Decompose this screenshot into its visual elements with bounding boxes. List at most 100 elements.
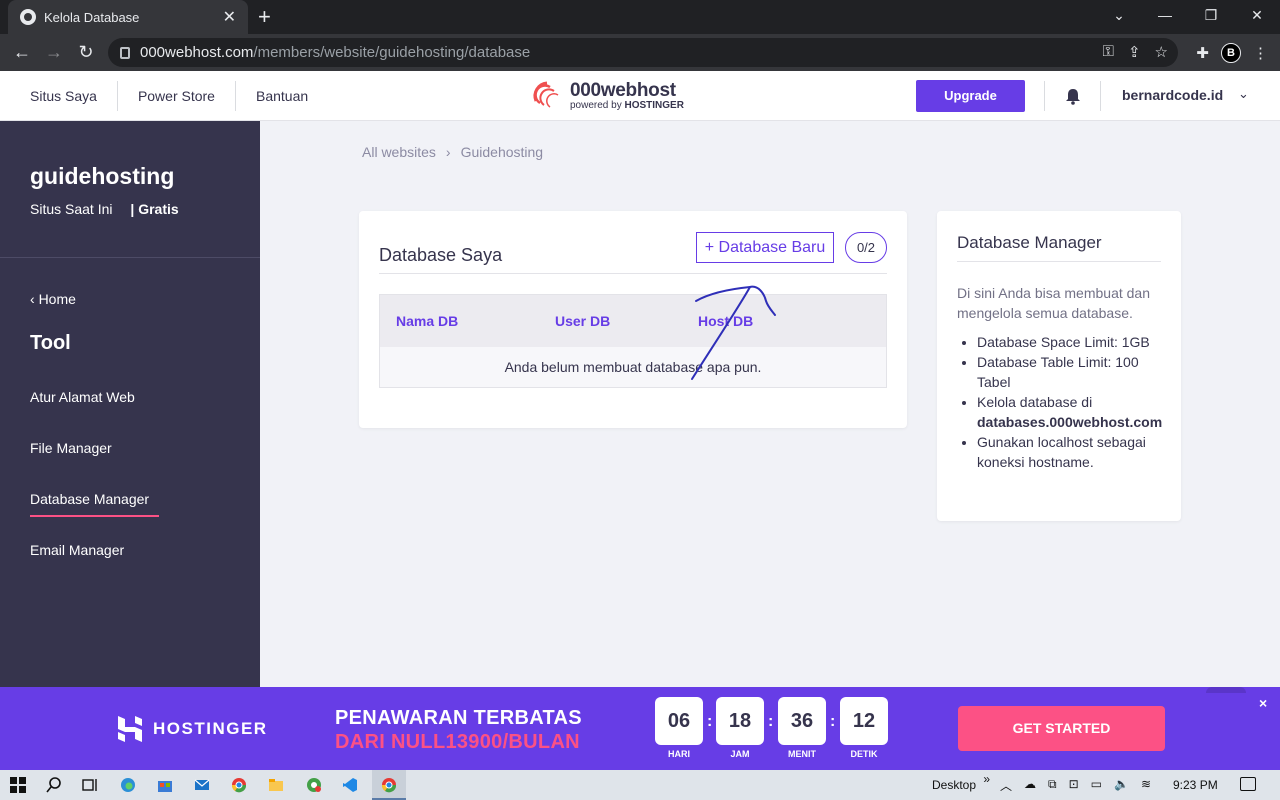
search-icon[interactable] — [46, 777, 62, 793]
nav-situs-saya[interactable]: Situs Saya — [30, 81, 118, 111]
top-nav: Situs Saya Power Store Bantuan — [30, 71, 348, 121]
vscode-icon[interactable] — [342, 777, 358, 793]
tab-search-icon[interactable]: ⌄ — [1096, 0, 1142, 34]
card-divider — [379, 273, 887, 274]
screen-share-icon[interactable]: ⊡ — [1069, 777, 1079, 794]
upgrade-button[interactable]: Upgrade — [916, 80, 1025, 112]
chat-widget-icon[interactable] — [1206, 687, 1246, 693]
countdown-value: 18 — [716, 697, 764, 745]
sidebar: guidehosting Situs Saat Ini | Gratis ‹ H… — [0, 121, 260, 687]
meet-now-icon[interactable]: ⧉ — [1048, 777, 1057, 794]
battery-icon[interactable]: ▭ — [1091, 777, 1102, 794]
new-tab-icon[interactable]: + — [258, 4, 271, 30]
site-status-line: Situs Saat Ini | Gratis — [30, 201, 179, 217]
site-name: guidehosting — [30, 163, 175, 189]
file-explorer-icon[interactable] — [268, 777, 284, 793]
logo-main-text: 000webhost — [570, 80, 676, 101]
taskbar-clock[interactable]: 9:23 PM — [1173, 778, 1218, 792]
info-list: Database Space Limit: 1GB Database Table… — [977, 332, 1173, 472]
countdown-colon: : — [707, 713, 713, 730]
lock-icon — [120, 46, 130, 59]
countdown-days: 06 HARI — [655, 697, 703, 759]
sidebar-item-email-manager[interactable]: Email Manager — [30, 542, 124, 558]
address-bar[interactable]: 000webhost.com/members/website/guidehost… — [108, 38, 1178, 67]
info-space-limit: Database Space Limit: 1GB — [977, 332, 1173, 352]
minimize-icon[interactable]: — — [1142, 0, 1188, 34]
wifi-icon[interactable]: ≋ — [1141, 777, 1151, 794]
info-manage: Kelola database di databases.000webhost.… — [977, 392, 1173, 432]
info-card: Database Manager Di sini Anda bisa membu… — [937, 211, 1181, 521]
sidebar-item-file-manager[interactable]: File Manager — [30, 440, 112, 456]
table-header: Nama DB User DB Host DB — [380, 295, 886, 347]
breadcrumb-current: Guidehosting — [460, 144, 544, 160]
countdown-value: 36 — [778, 697, 826, 745]
onedrive-cloud-icon[interactable]: ☁ — [1024, 777, 1036, 794]
share-icon[interactable]: ⇪ — [1128, 43, 1141, 61]
home-link[interactable]: ‹ Home — [30, 291, 76, 307]
close-tab-icon[interactable]: ✕ — [223, 7, 236, 27]
task-view-icon[interactable] — [82, 777, 98, 793]
column-nama-db: Nama DB — [396, 313, 459, 329]
browser-tab[interactable]: Kelola Database ✕ — [8, 0, 248, 34]
promo-subline: DARI NULL13900/BULAN — [335, 731, 580, 753]
home-label: Home — [38, 291, 76, 307]
sidebar-divider — [0, 257, 260, 258]
site-favicon-icon — [20, 9, 36, 25]
windows-start-icon[interactable] — [10, 777, 26, 793]
tray-chevron-up-icon[interactable]: ︿ — [1000, 777, 1012, 794]
sidebar-item-database-manager[interactable]: Database Manager — [30, 491, 160, 517]
new-database-button[interactable]: + Database Baru — [696, 232, 834, 263]
info-description: Di sini Anda bisa membuat dan mengelola … — [957, 285, 1150, 321]
extensions-icon[interactable]: ✚ — [1196, 44, 1209, 62]
chrome-active-icon[interactable] — [381, 777, 397, 793]
key-icon[interactable]: ⚿ — [1103, 43, 1114, 61]
window-controls: ⌄ — ❐ ✕ — [1096, 0, 1280, 34]
menu-kebab-icon[interactable]: ⋮ — [1253, 44, 1268, 62]
site-plan: | Gratis — [130, 201, 179, 217]
promo-headline: PENAWARAN TERBATAS — [335, 707, 582, 729]
countdown-label: MENIT — [788, 749, 816, 759]
chrome-profile-icon[interactable] — [306, 777, 322, 793]
info-divider — [957, 261, 1161, 262]
countdown-value: 12 — [840, 697, 888, 745]
restore-icon[interactable]: ❐ — [1188, 0, 1234, 34]
bookmark-star-icon[interactable]: ☆ — [1155, 43, 1168, 61]
breadcrumb: All websites › Guidehosting — [362, 144, 543, 160]
reload-icon[interactable]: ↻ — [70, 42, 102, 63]
site-status: Situs Saat Ini — [30, 201, 113, 217]
countdown-minutes: 36 MENIT — [778, 697, 826, 759]
nav-power-store[interactable]: Power Store — [138, 81, 236, 111]
profile-avatar-icon[interactable]: B — [1221, 42, 1241, 63]
chrome-icon[interactable] — [231, 777, 247, 793]
notification-bell-icon[interactable] — [1064, 87, 1082, 105]
brand-logo[interactable]: 000webhost powered by HOSTINGER — [530, 79, 684, 113]
breadcrumb-all-websites[interactable]: All websites — [362, 144, 436, 160]
forward-icon[interactable]: → — [38, 42, 70, 63]
close-window-icon[interactable]: ✕ — [1234, 0, 1280, 34]
mail-icon[interactable] — [194, 777, 210, 793]
volume-icon[interactable]: 🔈 — [1114, 777, 1129, 794]
notification-center-icon[interactable] — [1240, 777, 1256, 791]
sidebar-item-atur-alamat-web[interactable]: Atur Alamat Web — [30, 389, 135, 405]
store-icon[interactable] — [157, 777, 173, 793]
get-started-button[interactable]: GET STARTED — [958, 706, 1165, 751]
back-icon[interactable]: ← — [6, 42, 38, 63]
countdown-label: HARI — [668, 749, 690, 759]
nav-bantuan[interactable]: Bantuan — [256, 81, 328, 111]
chevron-down-icon[interactable]: ⌄ — [1238, 86, 1249, 102]
close-banner-icon[interactable]: × — [1259, 695, 1267, 711]
webhost-logo-icon — [533, 81, 559, 108]
edge-browser-icon[interactable] — [120, 777, 136, 793]
promo-banner: HOSTINGER PENAWARAN TERBATAS DARI NULL13… — [0, 687, 1280, 770]
account-name[interactable]: bernardcode.id — [1122, 87, 1223, 103]
database-list-card: Database Saya + Database Baru 0/2 Nama D… — [359, 211, 907, 428]
countdown-colon: : — [768, 713, 774, 730]
url-host: 000webhost.com — [140, 44, 254, 61]
info-manage-host: databases.000webhost.com — [977, 414, 1163, 430]
desktop-toolbar[interactable]: Desktop » — [932, 772, 990, 792]
info-localhost: Gunakan localhost sebagai koneksi hostna… — [977, 432, 1173, 472]
column-user-db: User DB — [555, 313, 611, 329]
empty-state-message: Anda belum membuat database apa pun. — [380, 347, 886, 387]
hostinger-h-icon — [118, 716, 142, 742]
countdown-label: DETIK — [850, 749, 878, 759]
